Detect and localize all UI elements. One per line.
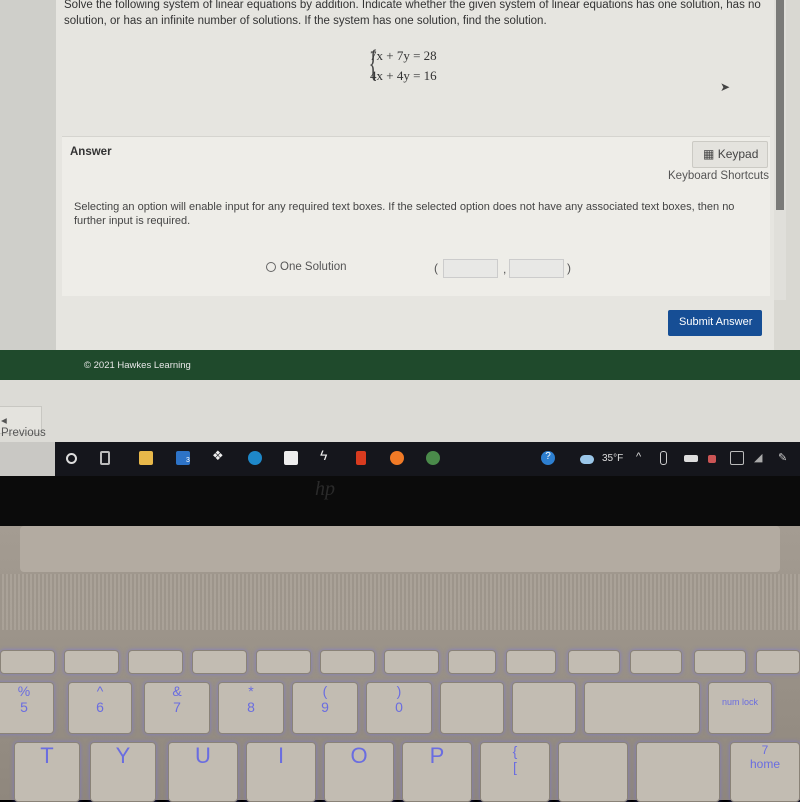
answer-label: Answer bbox=[70, 146, 112, 158]
open-paren: ( bbox=[434, 261, 438, 275]
one-solution-label[interactable]: One Solution bbox=[280, 261, 347, 273]
one-solution-radio[interactable] bbox=[266, 262, 276, 272]
speaker-grille bbox=[0, 574, 800, 630]
key-backspace[interactable] bbox=[584, 682, 700, 734]
fn-key[interactable] bbox=[192, 650, 247, 674]
key-t[interactable]: T bbox=[14, 742, 80, 802]
page-background bbox=[0, 380, 800, 442]
key-0[interactable]: ) 0 bbox=[366, 682, 432, 734]
bezel bbox=[0, 476, 800, 526]
left-gutter bbox=[0, 0, 56, 350]
equation-2: 4x + 4y = 16 bbox=[370, 68, 437, 83]
taskbar-edge bbox=[0, 442, 55, 476]
volume-icon[interactable]: ◢ bbox=[754, 451, 768, 465]
fn-key[interactable] bbox=[568, 650, 620, 674]
dropbox-icon[interactable]: ❖ bbox=[212, 448, 226, 463]
fn-key[interactable] bbox=[64, 650, 119, 674]
keypad-label: Keypad bbox=[717, 147, 759, 161]
mouse-cursor-icon: ➤ bbox=[720, 80, 731, 94]
fn-key[interactable] bbox=[384, 650, 439, 674]
instructions: Selecting an option will enable input fo… bbox=[74, 201, 735, 227]
key-equals[interactable] bbox=[512, 682, 576, 734]
task-view-icon[interactable] bbox=[100, 451, 110, 465]
key-num-lock[interactable]: num lock bbox=[708, 682, 772, 734]
x-input[interactable] bbox=[443, 259, 498, 278]
calculator-icon: ▦ bbox=[703, 147, 715, 161]
copyright: © 2021 Hawkes Learning bbox=[84, 360, 191, 371]
fn-key[interactable] bbox=[694, 650, 746, 674]
fn-key[interactable] bbox=[630, 650, 682, 674]
key-backslash[interactable] bbox=[636, 742, 720, 802]
key-o[interactable]: O bbox=[324, 742, 394, 802]
key-9[interactable]: ( 9 bbox=[292, 682, 358, 734]
y-input[interactable] bbox=[509, 259, 564, 278]
chevron-up-icon[interactable]: ^ bbox=[636, 451, 650, 465]
fn-key[interactable] bbox=[448, 650, 496, 674]
fn-key[interactable] bbox=[320, 650, 375, 674]
file-explorer-icon[interactable] bbox=[139, 451, 153, 465]
scrollbar-thumb[interactable] bbox=[776, 0, 784, 210]
key-i[interactable]: I bbox=[246, 742, 316, 802]
store-icon[interactable] bbox=[284, 451, 298, 465]
previous-button[interactable]: ◂ Previous bbox=[0, 406, 46, 439]
office-icon[interactable] bbox=[356, 451, 366, 465]
submit-answer-button[interactable]: Submit Answer bbox=[668, 310, 762, 336]
key-6[interactable]: ^ 6 bbox=[68, 682, 132, 734]
equation-1: 7x + 7y = 28 bbox=[370, 48, 437, 63]
fn-key[interactable] bbox=[128, 650, 183, 674]
chrome-icon[interactable] bbox=[426, 451, 440, 465]
cortana-icon[interactable] bbox=[66, 453, 77, 464]
key-close-bracket[interactable] bbox=[558, 742, 628, 802]
question-text: Solve the following system of linear equ… bbox=[64, 0, 761, 27]
network-icon[interactable] bbox=[730, 451, 744, 465]
temperature[interactable]: 35°F bbox=[602, 453, 623, 464]
pen-icon[interactable]: ✎ bbox=[778, 451, 792, 465]
fn-key[interactable] bbox=[256, 650, 311, 674]
keypad-button[interactable]: ▦ Keypad bbox=[692, 141, 768, 168]
key-7[interactable]: & 7 bbox=[144, 682, 210, 734]
key-8[interactable]: * 8 bbox=[218, 682, 284, 734]
app-icon[interactable]: ϟ bbox=[320, 447, 334, 463]
keyboard-shortcuts-link[interactable]: Keyboard Shortcuts bbox=[668, 170, 769, 182]
key-minus[interactable] bbox=[440, 682, 504, 734]
hinge bbox=[20, 526, 780, 572]
key-p[interactable]: P bbox=[402, 742, 472, 802]
fn-key[interactable] bbox=[756, 650, 800, 674]
key-7-home[interactable]: 7 home bbox=[730, 742, 800, 802]
edge-icon[interactable] bbox=[248, 451, 262, 465]
key-5[interactable]: % 5 bbox=[0, 682, 54, 734]
key-bracket[interactable]: { [ bbox=[480, 742, 550, 802]
notification-badge-icon[interactable] bbox=[708, 455, 716, 463]
mail-badge: 3 bbox=[186, 457, 190, 464]
comma: , bbox=[503, 262, 507, 276]
weather-icon[interactable] bbox=[580, 455, 594, 464]
fn-key[interactable] bbox=[506, 650, 556, 674]
key-u[interactable]: U bbox=[168, 742, 238, 802]
help-icon[interactable]: ? bbox=[541, 451, 555, 465]
close-paren: ) bbox=[567, 261, 571, 275]
location-icon[interactable] bbox=[660, 451, 667, 465]
hp-logo: hp bbox=[315, 478, 335, 500]
fn-key[interactable] bbox=[0, 650, 55, 674]
equation-system: 7x + 7y = 28 4x + 4y = 16 bbox=[370, 46, 437, 86]
mail-icon[interactable]: 3 bbox=[176, 451, 190, 465]
key-y[interactable]: Y bbox=[90, 742, 156, 802]
firefox-icon[interactable] bbox=[390, 451, 404, 465]
battery-icon[interactable] bbox=[684, 455, 698, 462]
